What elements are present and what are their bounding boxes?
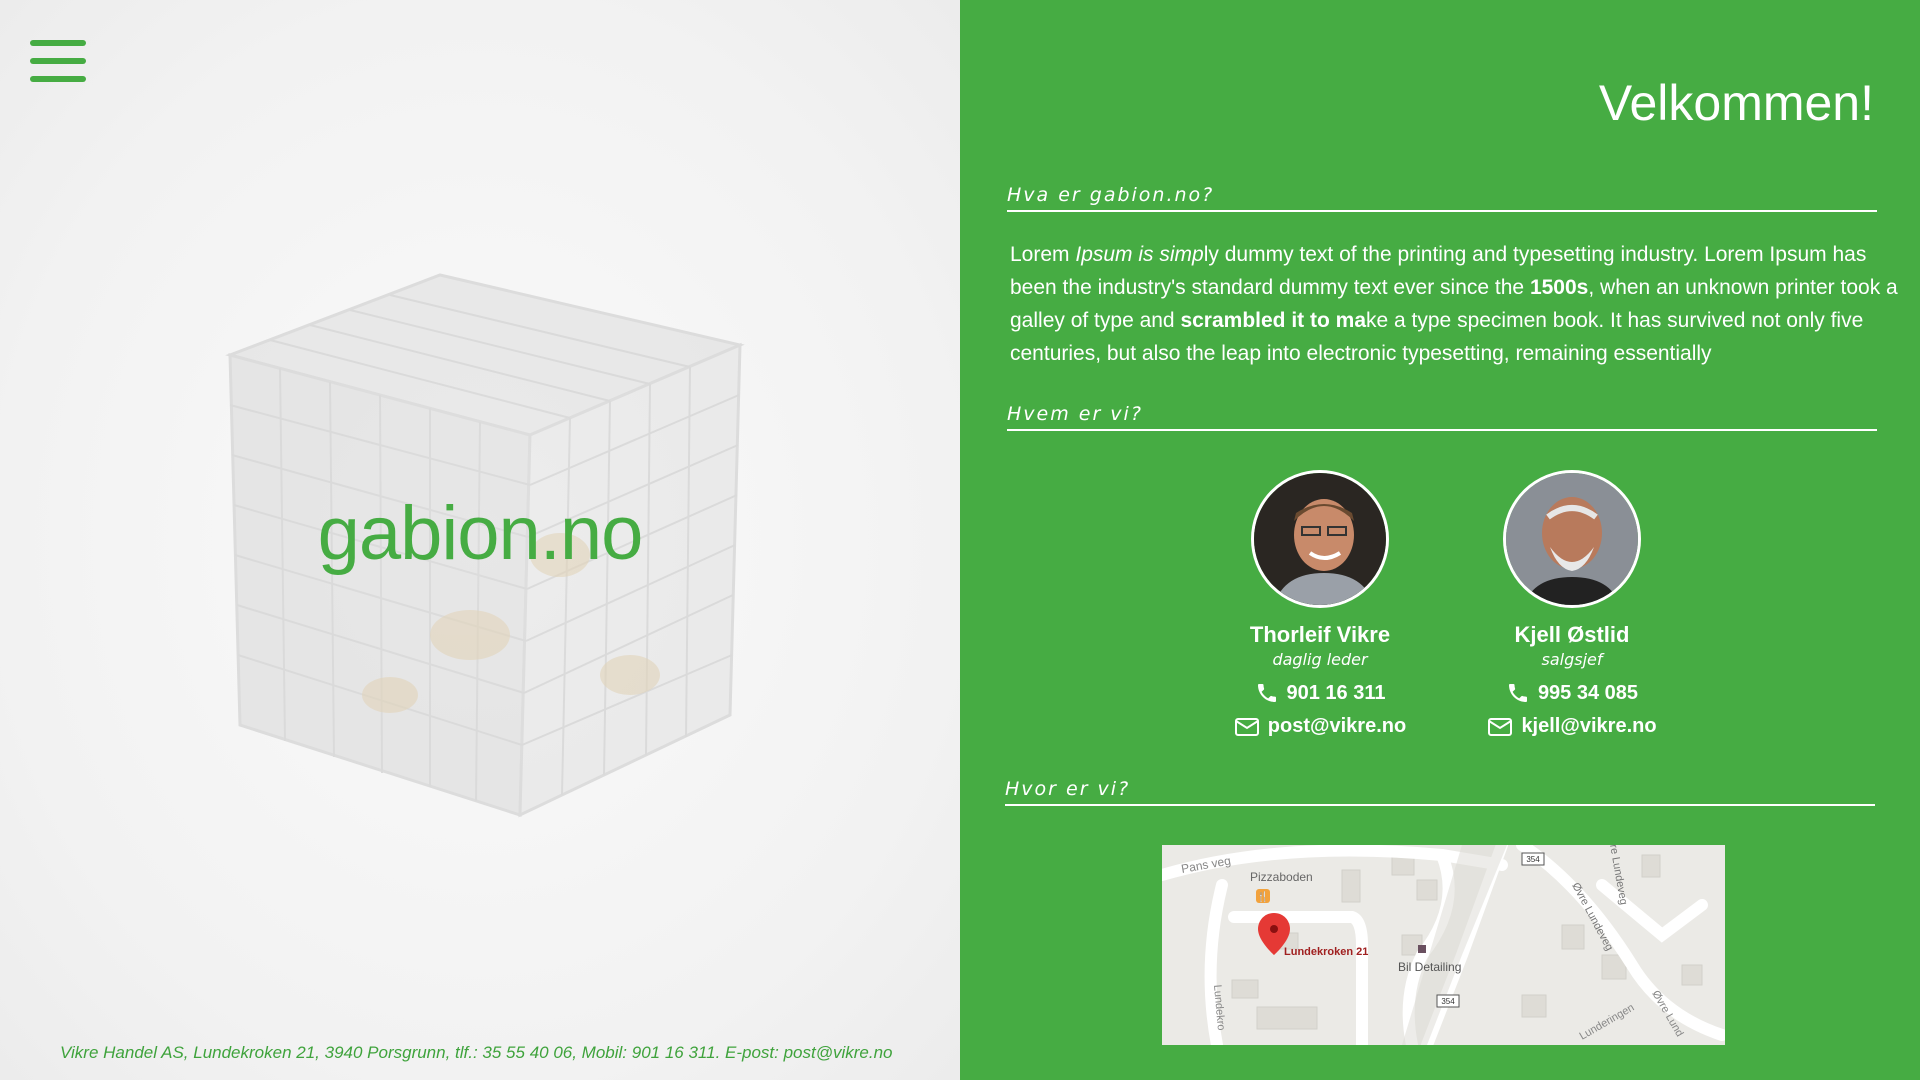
road-shield: 354 xyxy=(1441,997,1455,1006)
map-marker-label: Lundekroken 21 xyxy=(1284,946,1368,958)
avatar xyxy=(1251,470,1389,608)
intro-part-italic: Ipsum is simp xyxy=(1075,243,1204,266)
person-name: Kjell Østlid xyxy=(1514,622,1630,647)
intro-part-bold: 1500s xyxy=(1529,276,1589,299)
person-card: Thorleif Vikre daglig leder 901 16 311 p… xyxy=(1190,470,1450,738)
site-logo[interactable]: gabion.no xyxy=(0,490,960,577)
hamburger-icon[interactable] xyxy=(30,40,86,86)
map-label: Pizzaboden xyxy=(1250,870,1313,884)
phone-number: 995 34 085 xyxy=(1537,681,1639,704)
avatar xyxy=(1503,470,1641,608)
person-role: salgsjef xyxy=(1541,650,1603,669)
phone-icon xyxy=(1508,684,1527,702)
mail-icon xyxy=(1234,717,1259,736)
right-panel: Velkommen! Hva er gabion.no? Lorem Ipsum… xyxy=(960,0,1920,1080)
section-heading-who: Hvem er vi? xyxy=(1007,403,1877,431)
intro-part: Lorem xyxy=(1010,243,1076,266)
intro-text: Lorem Ipsum is simply dummy text of the … xyxy=(1010,238,1900,370)
road-shield: 354 xyxy=(1526,855,1540,864)
page-title: Velkommen! xyxy=(1598,75,1874,131)
email-link[interactable]: post@vikre.no xyxy=(1190,715,1450,738)
phone-icon xyxy=(1257,684,1276,702)
location-map[interactable]: 354 354 Pans veg Pizzaboden 🍴 Lundekroke… xyxy=(1162,845,1725,1045)
left-panel: gabion.no Vikre Handel AS, Lundekroken 2… xyxy=(0,0,960,1080)
mail-icon xyxy=(1488,717,1513,736)
phone-link[interactable]: 901 16 311 xyxy=(1190,681,1450,705)
email-address: kjell@vikre.no xyxy=(1521,715,1657,737)
section-heading-where: Hvor er vi? xyxy=(1005,778,1875,806)
map-label: Bil Detailing xyxy=(1398,960,1461,974)
section-heading-about: Hva er gabion.no? xyxy=(1007,184,1877,212)
person-card: Kjell Østlid salgsjef 995 34 085 kjell@v… xyxy=(1442,470,1702,738)
person-name: Thorleif Vikre xyxy=(1249,622,1391,647)
footer-contact: Vikre Handel AS, Lundekroken 21, 3940 Po… xyxy=(60,1043,893,1062)
phone-link[interactable]: 995 34 085 xyxy=(1442,681,1702,705)
restaurant-icon: 🍴 xyxy=(1257,890,1269,903)
phone-number: 901 16 311 xyxy=(1286,681,1386,704)
email-link[interactable]: kjell@vikre.no xyxy=(1442,715,1702,738)
person-role: daglig leder xyxy=(1272,650,1368,669)
email-address: post@vikre.no xyxy=(1267,715,1407,737)
intro-part-bold: scrambled it to ma xyxy=(1180,309,1367,332)
